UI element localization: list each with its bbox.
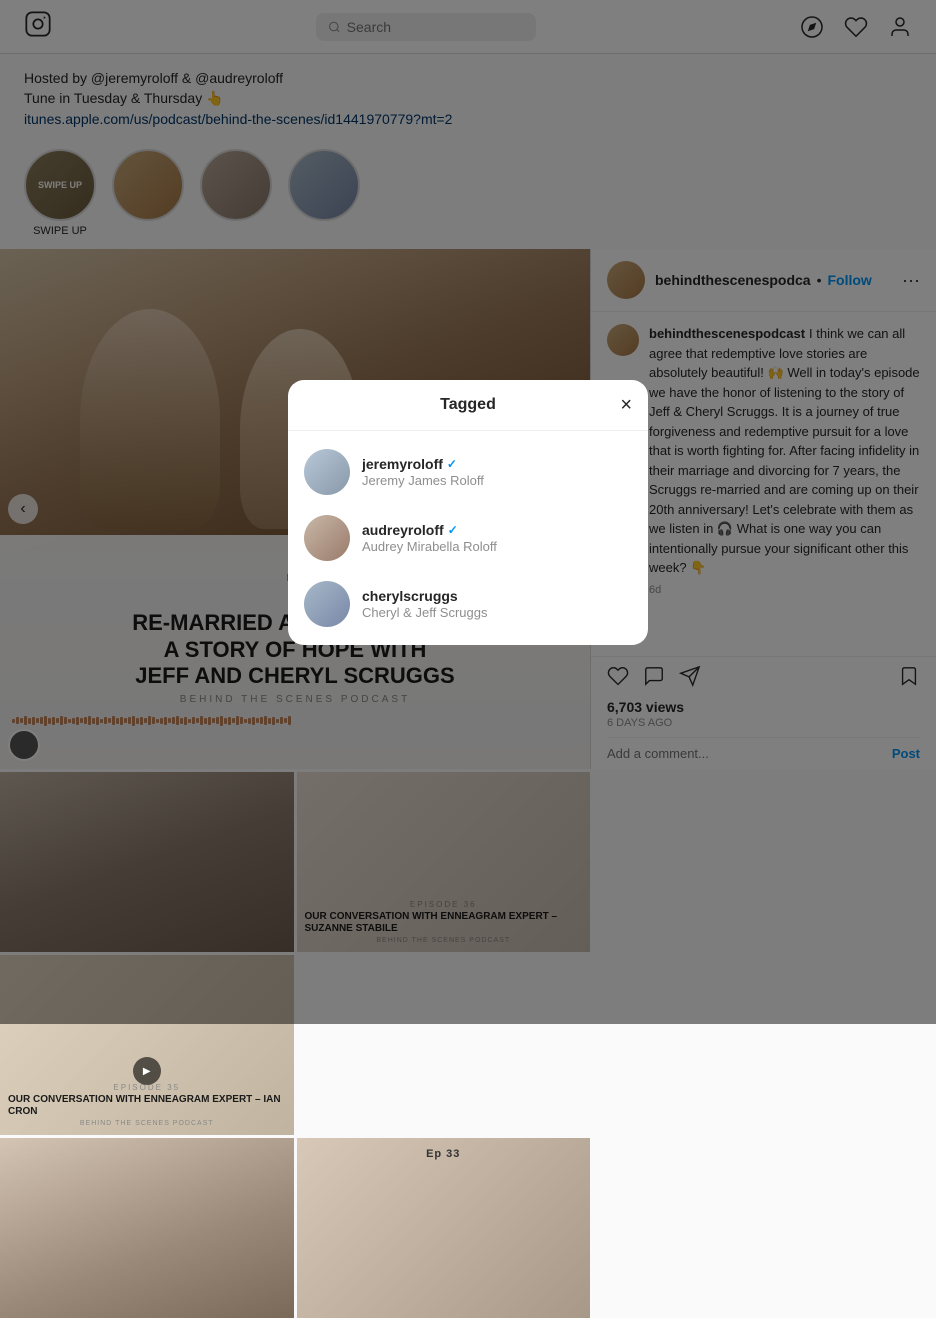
tagged-avatar-1 bbox=[304, 449, 350, 495]
tagged-username-1: jeremyroloff ✓ bbox=[362, 456, 484, 472]
tagged-user-3[interactable]: cherylscruggs Cheryl & Jeff Scruggs bbox=[288, 571, 648, 637]
tagged-fullname-1: Jeremy James Roloff bbox=[362, 473, 484, 488]
modal-overlay[interactable]: Tagged × jeremyroloff ✓ Jeremy James Rol… bbox=[0, 0, 936, 1024]
tagged-user-1[interactable]: jeremyroloff ✓ Jeremy James Roloff bbox=[288, 439, 648, 505]
grid-row-2: Ep 33 bbox=[0, 1138, 590, 1318]
ep-label-row2: Ep 33 bbox=[426, 1148, 460, 1160]
tagged-list: jeremyroloff ✓ Jeremy James Roloff audre… bbox=[288, 431, 648, 645]
tagged-fullname-3: Cheryl & Jeff Scruggs bbox=[362, 605, 487, 620]
grid-item-4[interactable] bbox=[0, 1138, 294, 1318]
tagged-info-1: jeremyroloff ✓ Jeremy James Roloff bbox=[362, 456, 484, 488]
tagged-fullname-2: Audrey Mirabella Roloff bbox=[362, 539, 497, 554]
verified-badge-2: ✓ bbox=[448, 523, 458, 537]
tagged-avatar-2 bbox=[304, 515, 350, 561]
grid-title-3: OUR CONVERSATION WITH ENNEAGRAM EXPERT –… bbox=[8, 1094, 286, 1118]
tagged-info-3: cherylscruggs Cheryl & Jeff Scruggs bbox=[362, 588, 487, 620]
tagged-user-2[interactable]: audreyroloff ✓ Audrey Mirabella Roloff bbox=[288, 505, 648, 571]
tagged-username-3: cherylscruggs bbox=[362, 588, 487, 604]
grid-podcast-3: BEHIND THE SCENES PODCAST bbox=[80, 1120, 214, 1127]
tagged-modal: Tagged × jeremyroloff ✓ Jeremy James Rol… bbox=[288, 380, 648, 645]
tagged-info-2: audreyroloff ✓ Audrey Mirabella Roloff bbox=[362, 522, 497, 554]
tagged-avatar-3 bbox=[304, 581, 350, 627]
modal-title: Tagged bbox=[440, 396, 496, 414]
tagged-username-2: audreyroloff ✓ bbox=[362, 522, 497, 538]
verified-badge-1: ✓ bbox=[447, 457, 457, 471]
grid-item-5[interactable]: Ep 33 bbox=[297, 1138, 591, 1318]
modal-close-button[interactable]: × bbox=[620, 395, 632, 415]
modal-header: Tagged × bbox=[288, 380, 648, 431]
play-button-3[interactable]: ▶ bbox=[133, 1057, 161, 1085]
